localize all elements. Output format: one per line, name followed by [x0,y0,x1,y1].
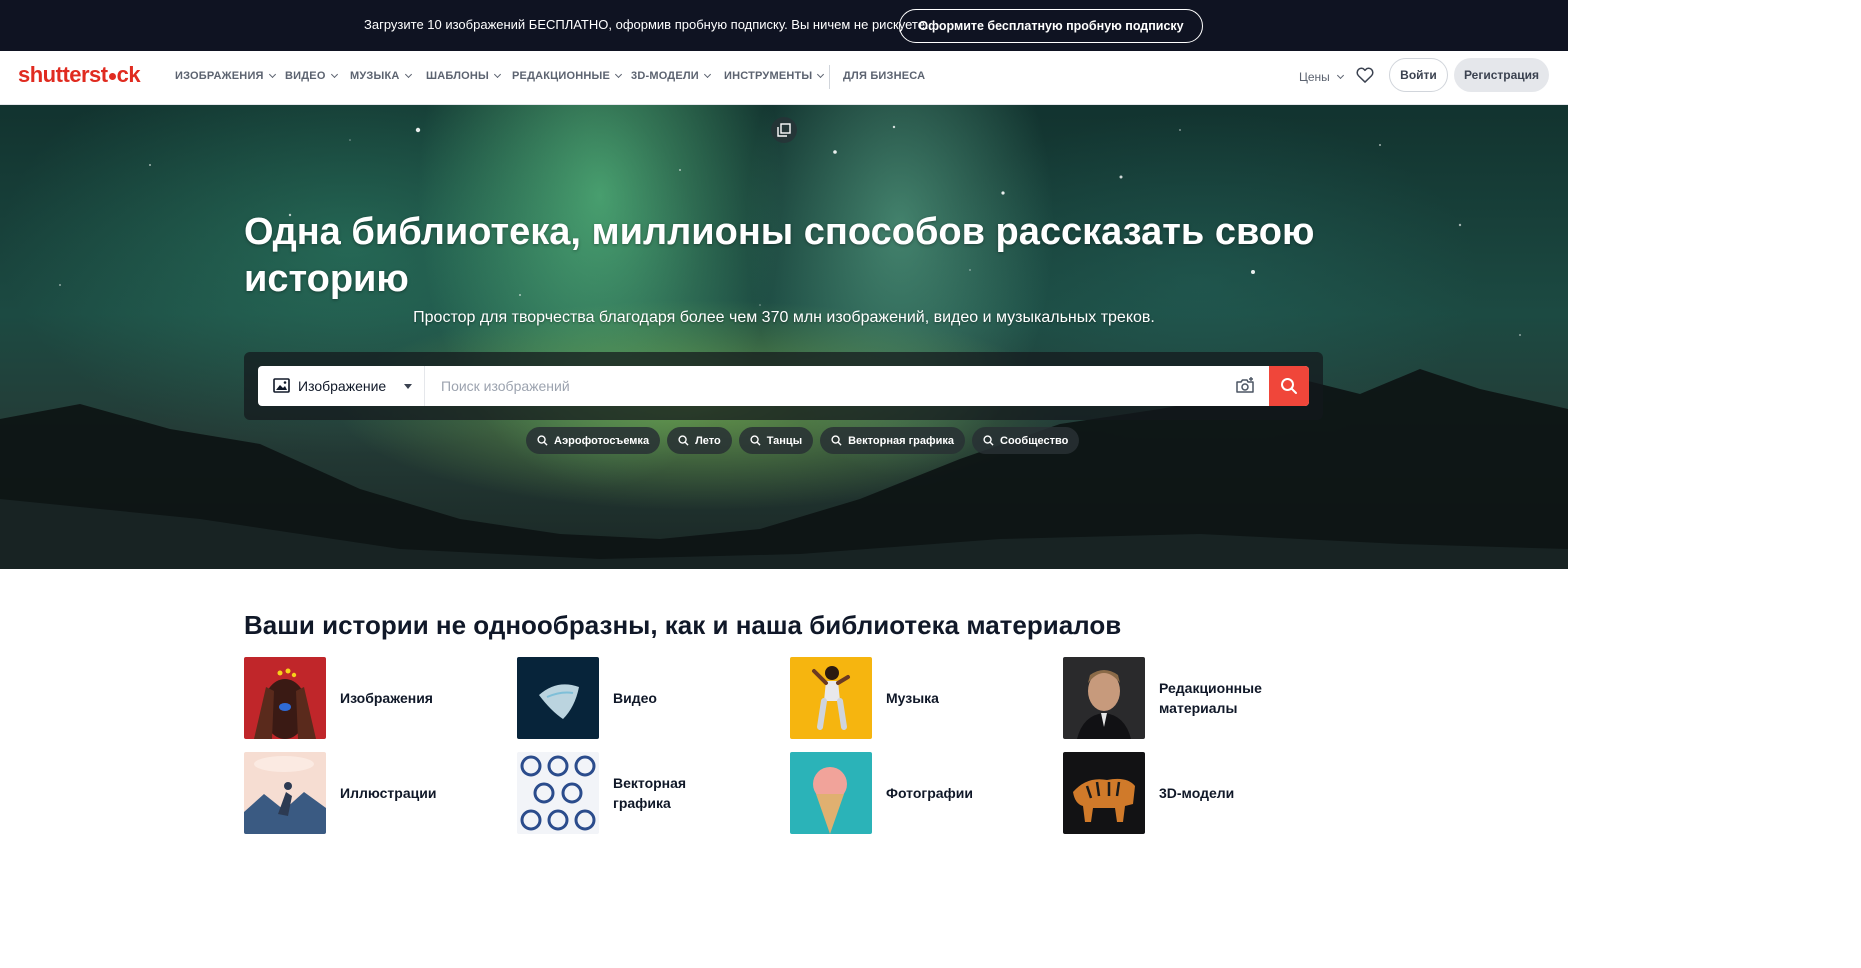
search-icon [831,435,842,446]
category-thumbnail [1063,752,1145,834]
image-gallery-icon[interactable] [771,117,797,143]
search-icon [1281,378,1297,394]
promo-text: Загрузите 10 изображений БЕСПЛАТНО, офор… [364,17,929,32]
category-label: Векторная графика [613,775,687,811]
category-music[interactable]: Музыка [790,657,1006,739]
chevron-down-icon [615,70,623,79]
reverse-image-search-icon[interactable] [1235,376,1255,396]
chip-vector[interactable]: Векторная графика [820,427,966,454]
heart-icon[interactable] [1355,65,1375,85]
nav-item-for-business[interactable]: ДЛЯ БИЗНЕСА [843,70,925,82]
search-bar: Изображение [258,366,1309,406]
category-label: Иллюстрации [340,785,437,801]
nav-item-templates[interactable]: ШАБЛОНЫ [426,70,502,82]
logo-dot-icon [108,73,116,80]
category-label: 3D-модели [1159,785,1235,801]
free-trial-button[interactable]: Оформите бесплатную пробную подписку [899,9,1203,43]
chip-aerial[interactable]: Аэрофотосъемка [526,427,661,454]
category-label: Редакционные материалы [1159,680,1262,716]
nav-item-music[interactable]: МУЗЫКА [350,70,412,82]
category-images[interactable]: Изображения [244,657,460,739]
search-icon [678,435,689,446]
login-button[interactable]: Войти [1389,58,1448,92]
promo-bar: Загрузите 10 изображений БЕСПЛАТНО, офор… [0,0,1568,51]
suggested-searches: Аэрофотосъемка Лето Танцы Векторная граф… [526,427,1080,454]
search-icon [983,435,994,446]
category-vector[interactable]: Векторная графика [517,752,733,834]
signup-button[interactable]: Регистрация [1454,58,1549,92]
category-label: Видео [613,690,657,706]
hero-title: Одна библиотека, миллионы способов расск… [244,211,1315,300]
chevron-down-icon [268,70,276,79]
chip-summer[interactable]: Лето [667,427,732,454]
category-thumbnail [244,657,326,739]
search-button[interactable] [1269,366,1309,406]
media-type-select[interactable]: Изображение [258,366,425,406]
category-3d-models[interactable]: 3D-модели [1063,752,1279,834]
chevron-down-icon [493,70,502,79]
categories-title: Ваши истории не однообразны, как и наша … [244,610,1122,640]
chevron-down-icon [1336,71,1344,80]
category-thumbnail [244,752,326,834]
chevron-down-icon [330,70,338,79]
category-thumbnail [1063,657,1145,739]
nav-item-editorial[interactable]: РЕДАКЦИОННЫЕ [512,70,623,82]
top-navigation: shutterst ck ИЗОБРАЖЕНИЯ ВИДЕО МУЗЫКА ШАБ… [0,51,1568,105]
search-input[interactable] [426,366,1216,406]
category-label: Фотографии [886,785,974,801]
category-thumbnail [517,657,599,739]
nav-item-3d-models[interactable]: 3D-МОДЕЛИ [631,70,711,82]
nav-divider [829,65,830,89]
prices-menu[interactable]: Цены [1299,70,1344,84]
shutterstock-logo[interactable]: shutterst ck [18,62,141,88]
hero-banner: Одна библиотека, миллионы способов расск… [0,105,1568,569]
media-type-label: Изображение [298,378,387,394]
search-container: Изображение [244,352,1323,420]
chevron-down-icon [404,70,412,79]
search-icon [537,435,548,446]
category-video[interactable]: Видео [517,657,733,739]
nav-item-video[interactable]: ВИДЕО [285,70,338,82]
category-illustrations[interactable]: Иллюстрации [244,752,460,834]
category-label: Музыка [886,690,939,706]
nav-item-images[interactable]: ИЗОБРАЖЕНИЯ [175,70,276,82]
hero-subtitle: Простор для творчества благодаря более ч… [413,309,1155,326]
category-thumbnail [517,752,599,834]
chevron-down-icon [703,70,711,79]
category-label: Изображения [340,690,433,706]
image-icon [273,378,290,393]
category-thumbnail [790,657,872,739]
chip-dance[interactable]: Танцы [738,427,814,454]
category-editorial[interactable]: Редакционные материалы [1063,657,1279,739]
category-thumbnail [790,752,872,834]
caret-down-icon [404,384,412,389]
chevron-down-icon [817,70,825,79]
search-icon [750,435,761,446]
nav-item-tools[interactable]: ИНСТРУМЕНТЫ [724,70,825,82]
category-photos[interactable]: Фотографии [790,752,1006,834]
chip-community[interactable]: Сообщество [972,427,1080,454]
